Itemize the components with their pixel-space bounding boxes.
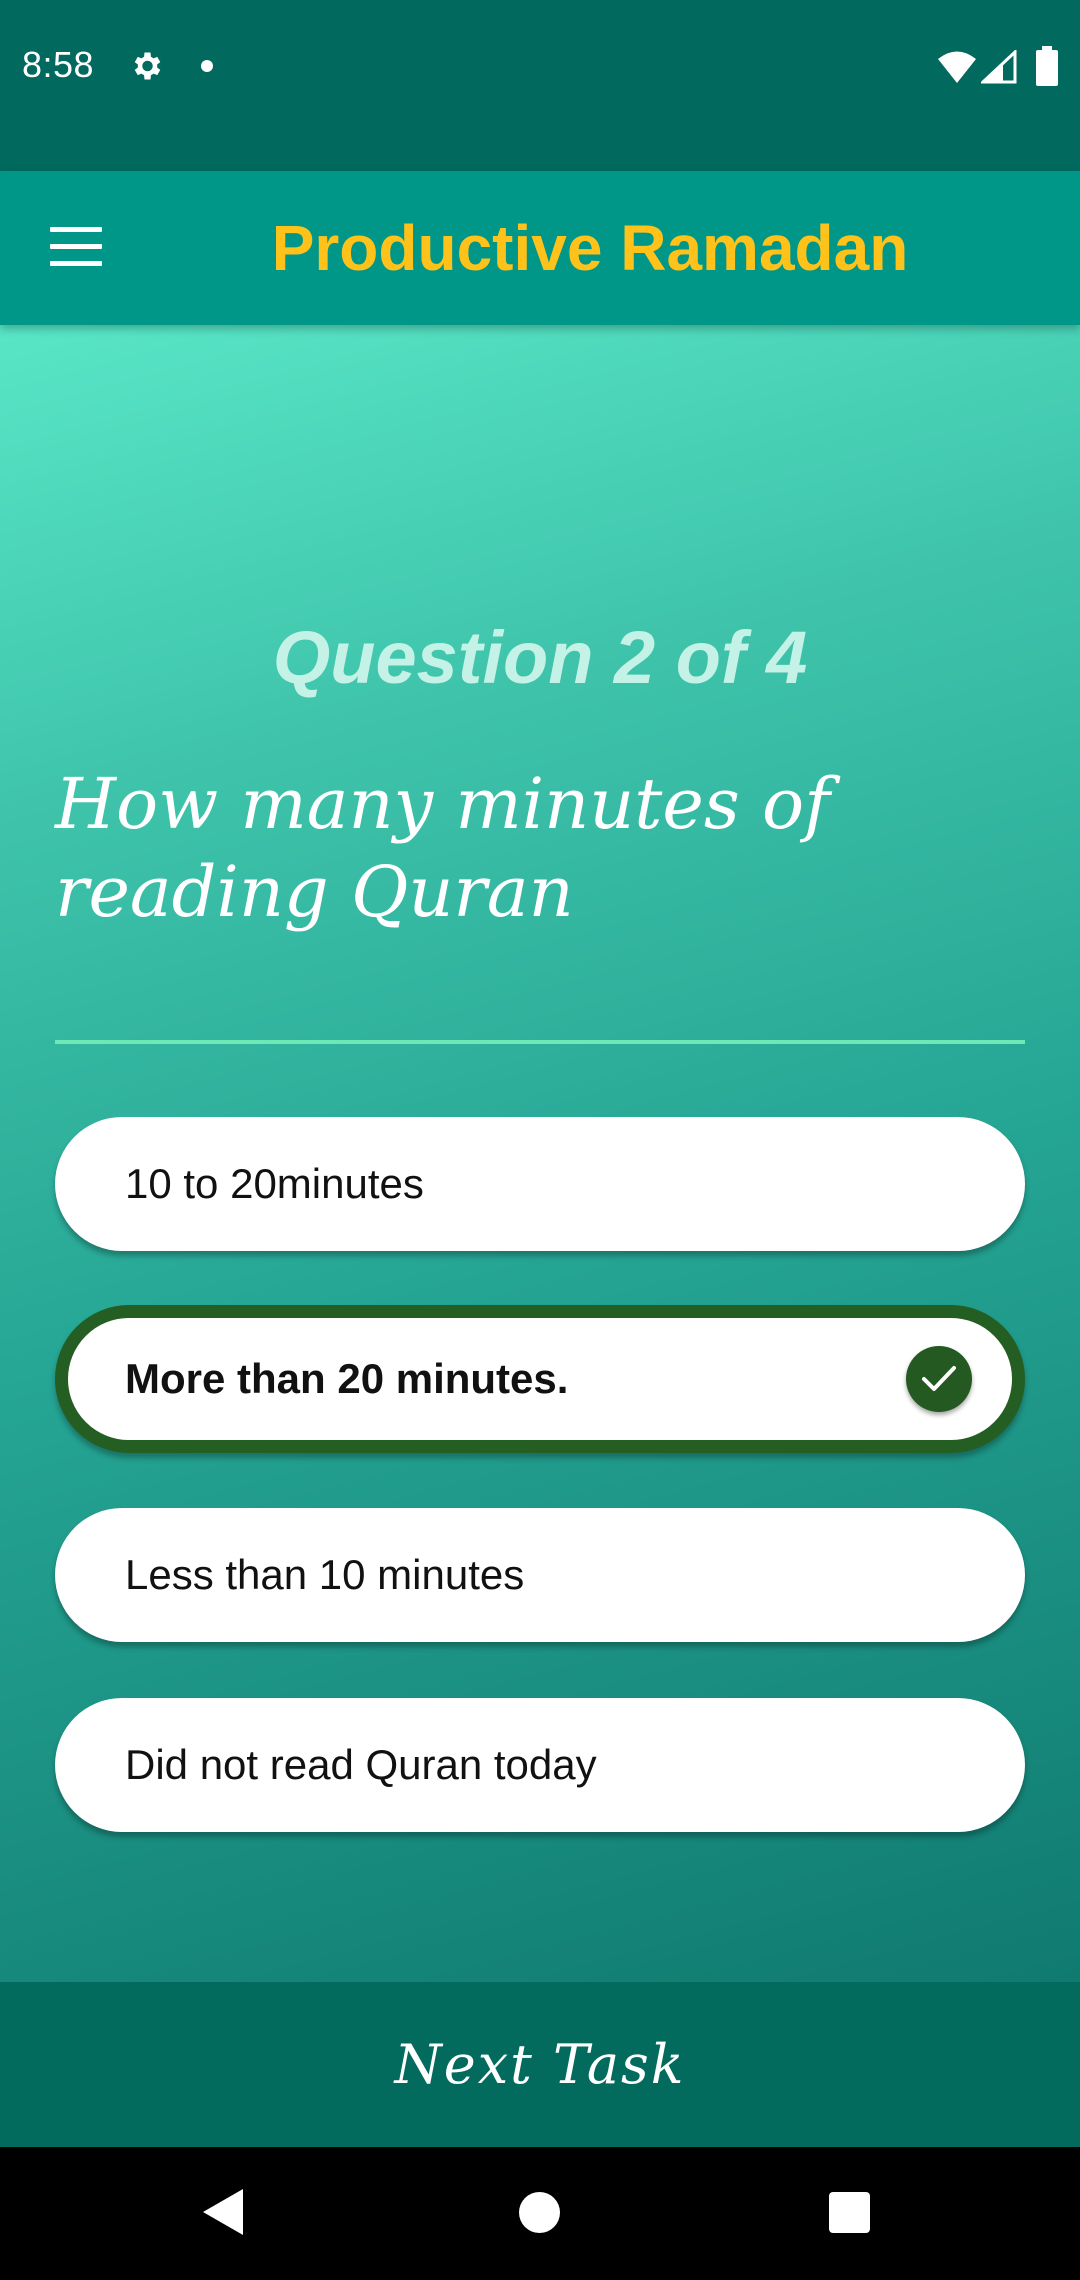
system-nav-bar xyxy=(0,2147,1080,2280)
answer-option-2-selected[interactable]: More than 20 minutes. xyxy=(55,1305,1025,1453)
answer-option-label: Did not read Quran today xyxy=(125,1741,597,1788)
app-bar: Productive Ramadan xyxy=(0,171,1080,325)
answer-option-label: More than 20 minutes. xyxy=(125,1355,569,1402)
wifi-icon xyxy=(938,51,976,83)
home-icon[interactable] xyxy=(519,2192,560,2233)
status-time: 8:58 xyxy=(22,44,95,85)
answer-option-4[interactable]: Did not read Quran today xyxy=(55,1698,1025,1832)
screen: 8:58 Productive Ramadan Question 2 of 4 … xyxy=(0,0,1080,2280)
answer-option-label: Less than 10 minutes xyxy=(125,1551,525,1598)
back-icon[interactable] xyxy=(203,2189,245,2235)
next-task-button[interactable]: Next Task xyxy=(0,1982,1080,2147)
next-task-label: Next Task xyxy=(394,2033,686,2096)
question-counter: Question 2 of 4 xyxy=(272,616,808,699)
status-bar: 8:58 xyxy=(0,0,1080,171)
answer-option-1[interactable]: 10 to 20minutes xyxy=(55,1117,1025,1251)
app-title: Productive Ramadan xyxy=(271,212,909,284)
recents-icon[interactable] xyxy=(829,2192,870,2233)
question-text: How many minutes of reading Quran xyxy=(55,763,831,933)
divider xyxy=(55,1040,1025,1044)
check-icon xyxy=(906,1346,972,1412)
signal-icon xyxy=(981,50,1017,84)
gear-icon xyxy=(134,52,161,80)
battery-icon xyxy=(1036,46,1058,86)
answer-option-label: 10 to 20minutes xyxy=(125,1160,424,1207)
answer-option-3[interactable]: Less than 10 minutes xyxy=(55,1508,1025,1642)
notification-dot-icon xyxy=(201,60,213,72)
quiz-content: Question 2 of 4 How many minutes of read… xyxy=(0,325,1080,1982)
